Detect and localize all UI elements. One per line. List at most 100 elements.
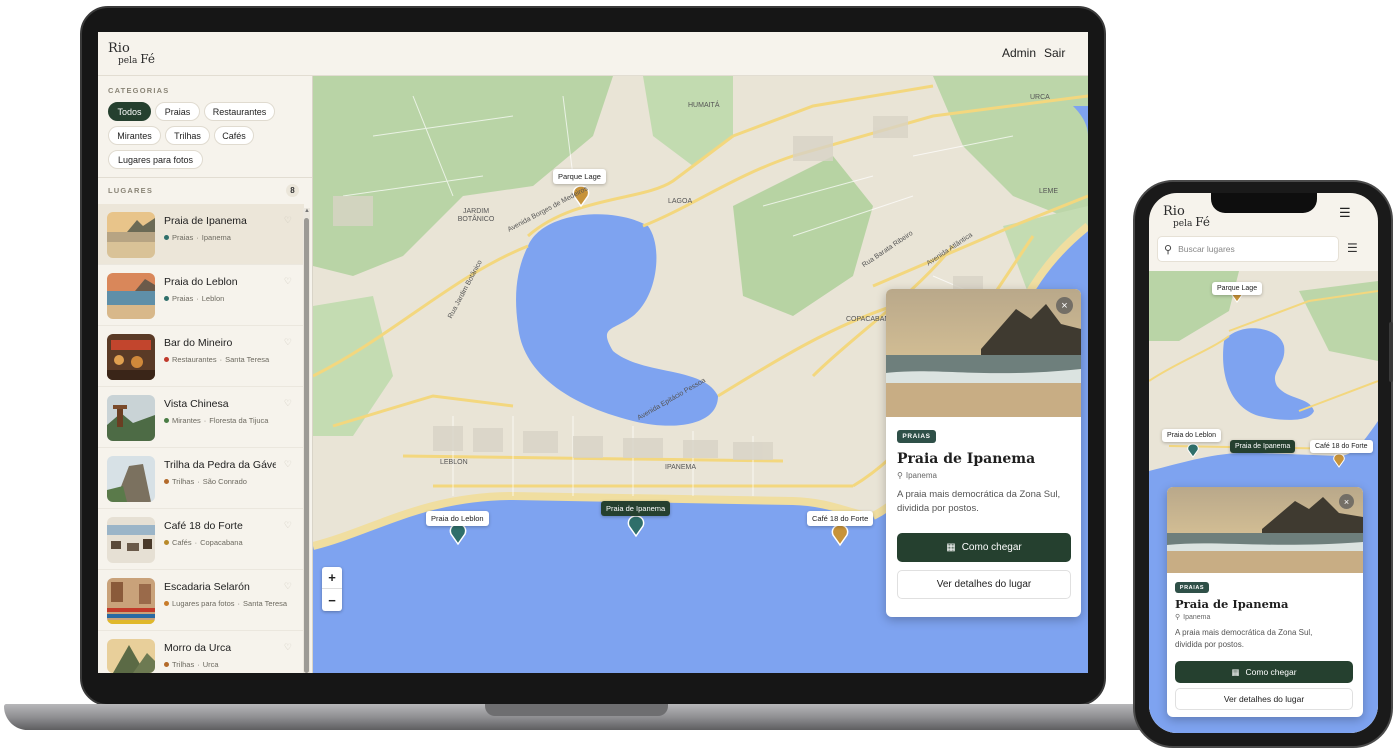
chip-trilhas[interactable]: Trilhas [165,126,210,145]
place-name: Bar do Mineiro [164,337,233,349]
scroll-up-arrow-icon[interactable]: ▲ [304,208,310,214]
heart-icon[interactable]: ♡ [284,581,292,592]
map-label-ipanema: IPANEMA [665,464,696,471]
place-meta: Mirantes · Floresta da Tijuca [164,416,268,425]
zoom-out-button[interactable]: − [322,589,342,611]
place-item-escadaria-selaron[interactable]: Escadaria Selarón Lugares para fotos · San… [98,570,304,631]
place-item-bar-do-mineiro[interactable]: Bar do Mineiro Restaurantes · Santa Teresa… [98,326,304,387]
logo-text-fe: Fé [1195,215,1210,229]
heart-icon[interactable]: ♡ [284,337,292,348]
map-icon: ▦ [946,542,956,553]
heart-icon[interactable]: ♡ [284,398,292,409]
search-placeholder: Buscar lugares [1178,244,1235,254]
close-card-button[interactable]: × [1339,494,1354,509]
places-label: LUGARES [108,186,154,195]
pin-label-cafe-18-do-forte[interactable]: Café 18 do Forte [807,511,874,526]
chip-restaurantes[interactable]: Restaurantes [204,102,275,121]
mobile-pin-label-parque-lage[interactable]: Parque Lage [1212,282,1263,295]
map-label-humaita: HUMAITÁ [688,102,720,109]
location-pin-icon: ⚲ [1175,614,1181,621]
directions-button[interactable]: ▦ Como chegar [897,533,1071,562]
place-details-button[interactable]: Ver detalhes do lugar [897,570,1071,599]
hamburger-menu-icon[interactable]: ☰ [1339,205,1351,221]
chip-praias[interactable]: Praias [155,102,200,121]
category-dot [164,540,169,545]
chip-mirantes[interactable]: Mirantes [108,126,161,145]
chip-cafes[interactable]: Cafés [214,126,254,145]
map-label-urca: URCA [1030,94,1050,101]
detail-description: A praia mais democrática da Zona Sul, div… [897,489,1061,515]
pin-label-praia-do-leblon[interactable]: Praia do Leblon [426,511,489,526]
categories-label: CATEGORIAS [108,86,170,95]
heart-icon[interactable]: ♡ [284,215,292,226]
place-meta: Praias · Ipanema [164,233,231,242]
detail-location: ⚲ Ipanema [897,471,937,480]
admin-link[interactable]: Admin [1002,46,1036,60]
heart-icon[interactable]: ♡ [284,520,292,531]
divider [98,177,312,178]
map-label-leme: LEME [1039,188,1059,195]
app-logo[interactable]: Rio pela Fé [108,42,155,66]
map[interactable]: HUMAITÁ URCA JARDIM BOTÂNICO LAGOA LEME … [313,76,1088,673]
place-name: Escadaria Selarón [164,581,250,593]
place-name: Praia de Ipanema [164,215,247,227]
mobile-pin-label-praia-do-leblon[interactable]: Praia do Leblon [1162,429,1222,442]
mobile-logo[interactable]: Rio pela Fé [1163,205,1210,229]
logout-link[interactable]: Sair [1044,46,1065,60]
place-thumbnail [107,212,155,258]
chip-lugares-para-fotos[interactable]: Lugares para fotos [108,150,203,169]
location-pin-icon: ⚲ [897,471,903,480]
place-item-trilha-da-pedra-da-gavea[interactable]: Trilha da Pedra da Gávea Trilhas · São Con… [98,448,304,509]
filter-menu-icon[interactable]: ☰ [1347,241,1358,255]
mobile-search-input[interactable]: ⚲ Buscar lugares [1157,236,1339,262]
place-photo [886,289,1081,417]
place-meta: Cafés · Copacabana [164,538,243,547]
search-icon: ⚲ [1164,243,1173,256]
chip-todos[interactable]: Todos [108,102,151,121]
place-thumbnail [107,517,155,563]
place-thumbnail [107,273,155,319]
detail-title: Praia de Ipanema [1175,597,1289,611]
place-name: Vista Chinesa [164,398,229,410]
place-item-praia-de-ipanema[interactable]: Praia de Ipanema Praias · Ipanema ♡ [98,204,304,265]
detail-description: A praia mais democrática da Zona Sul, div… [1175,628,1313,649]
directions-button[interactable]: ▦ Como chegar [1175,661,1353,683]
zoom-in-button[interactable]: + [322,567,342,589]
place-item-morro-da-urca[interactable]: Morro da Urca Trilhas · Urca ♡ [98,631,304,673]
category-dot [164,479,169,484]
places-count-badge: 8 [286,184,299,197]
logo-text-pela: pela [1173,219,1196,229]
logo-text-pela: pela [118,56,141,66]
app-header: Rio pela Fé Admin Sair [98,32,1088,76]
sidebar: CATEGORIAS Todos Praias Restaurantes Mir… [98,76,313,673]
mobile-app: Rio pela Fé ☰ ⚲ Buscar lugares ☰ Parque … [1149,193,1378,733]
place-meta: Trilhas · São Conrado [164,477,247,486]
place-details-button[interactable]: Ver detalhes do lugar [1175,688,1353,710]
map-icon: ▦ [1231,666,1240,677]
category-dot [164,662,169,667]
detail-location: ⚲ Ipanema [1175,613,1211,622]
scrollbar-thumb[interactable] [304,218,309,673]
place-name: Praia do Leblon [164,276,238,288]
pin-label-parque-lage[interactable]: Parque Lage [553,169,606,184]
heart-icon[interactable]: ♡ [284,642,292,653]
desktop-app: Rio pela Fé Admin Sair CATEGORIAS Todos … [98,32,1088,673]
mobile-pin-label-praia-de-ipanema[interactable]: Praia de Ipanema [1230,440,1296,453]
pin-label-praia-de-ipanema[interactable]: Praia de Ipanema [601,501,671,516]
place-item-praia-do-leblon[interactable]: Praia do Leblon Praias · Leblon ♡ [98,265,304,326]
category-dot [164,601,169,606]
close-card-button[interactable]: × [1056,297,1073,314]
category-dot [164,235,169,240]
place-item-vista-chinesa[interactable]: Vista Chinesa Mirantes · Floresta da Tijuc… [98,387,304,448]
heart-icon[interactable]: ♡ [284,276,292,287]
place-item-cafe-18-do-forte[interactable]: Café 18 do Forte Cafés · Copacabana ♡ [98,509,304,570]
map-label-leblon: LEBLON [440,459,468,466]
mobile-pin-label-cafe-18-do-forte[interactable]: Café 18 do Forte [1310,440,1373,453]
place-thumbnail [107,334,155,380]
category-tag: PRAIAS [1175,582,1209,593]
heart-icon[interactable]: ♡ [284,459,292,470]
phone-dynamic-island [1211,193,1317,213]
place-meta: Restaurantes · Santa Teresa [164,355,269,364]
place-name: Trilha da Pedra da Gávea [164,459,276,471]
logo-text-fe: Fé [140,52,155,66]
